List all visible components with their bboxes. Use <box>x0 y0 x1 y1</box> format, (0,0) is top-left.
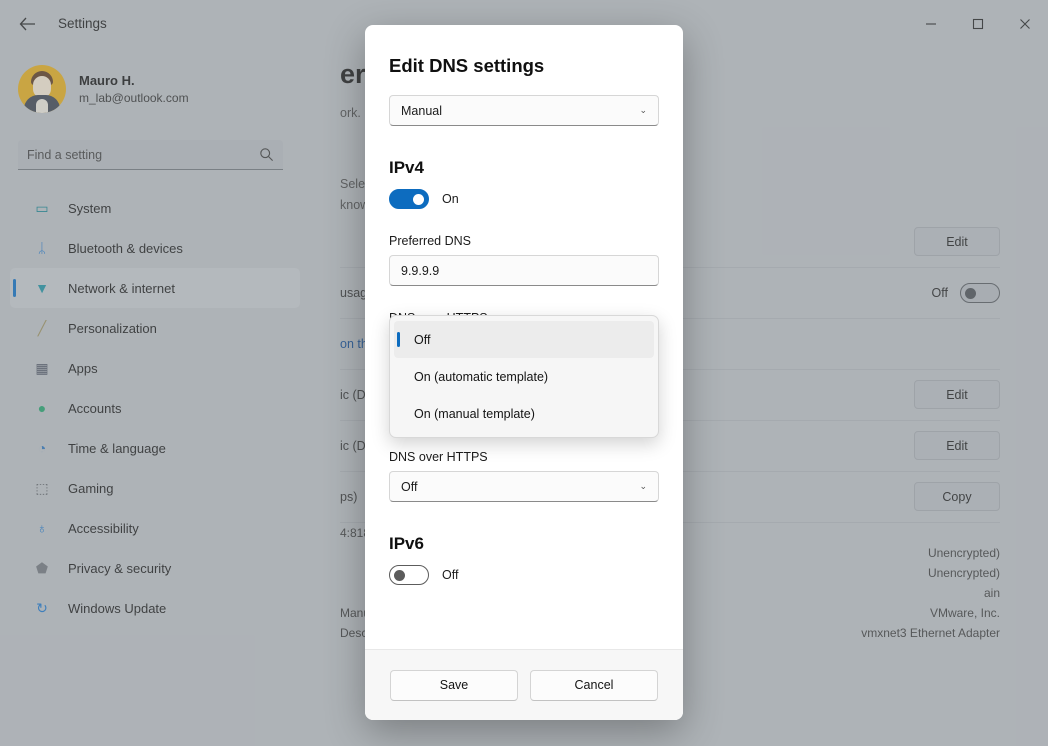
ipv6-heading: IPv6 <box>389 534 424 553</box>
edit-dns-settings-dialog: Edit DNS settings Manual ⌄ IPv4 On Prefe… <box>365 25 683 720</box>
ipv6-toggle-row: Off <box>389 565 659 585</box>
doh-dropdown[interactable]: Off ⌄ <box>389 471 659 502</box>
dns-assignment-dropdown[interactable]: Manual ⌄ <box>389 95 659 126</box>
chevron-down-icon: ⌄ <box>639 105 647 115</box>
dns-assignment-value: Manual <box>401 103 442 118</box>
ipv4-toggle[interactable] <box>389 189 429 209</box>
preferred-dns-label: Preferred DNS <box>389 234 471 248</box>
ipv4-heading: IPv4 <box>389 158 424 177</box>
selection-indicator <box>397 332 400 347</box>
save-button[interactable]: Save <box>390 669 518 701</box>
preferred-dns-input[interactable] <box>389 255 659 286</box>
dialog-title: Edit DNS settings <box>389 55 545 76</box>
ipv4-toggle-label: On <box>442 192 459 206</box>
doh-option-label: On (manual template) <box>414 406 535 421</box>
chevron-down-icon: ⌄ <box>639 481 647 491</box>
doh-label-lower: DNS over HTTPS <box>389 450 488 464</box>
doh-option-on-manual-template[interactable]: On (manual template) <box>394 395 654 432</box>
cancel-button[interactable]: Cancel <box>530 669 658 701</box>
doh-value: Off <box>401 479 418 494</box>
ipv6-toggle-label: Off <box>442 568 459 582</box>
doh-option-label: Off <box>414 332 431 347</box>
dialog-footer: Save Cancel <box>365 649 683 720</box>
doh-option-label: On (automatic template) <box>414 369 549 384</box>
doh-dropdown-flyout: Off On (automatic template) On (manual tem… <box>389 315 659 438</box>
dialog-body: Edit DNS settings Manual ⌄ IPv4 On Prefe… <box>365 25 683 649</box>
doh-option-off[interactable]: Off <box>394 321 654 358</box>
ipv4-toggle-row: On <box>389 189 659 209</box>
settings-window: Settings Mauro H. m_lab@outlook.com Find… <box>0 0 1048 746</box>
ipv6-toggle[interactable] <box>389 565 429 585</box>
doh-option-on-automatic-template[interactable]: On (automatic template) <box>394 358 654 395</box>
